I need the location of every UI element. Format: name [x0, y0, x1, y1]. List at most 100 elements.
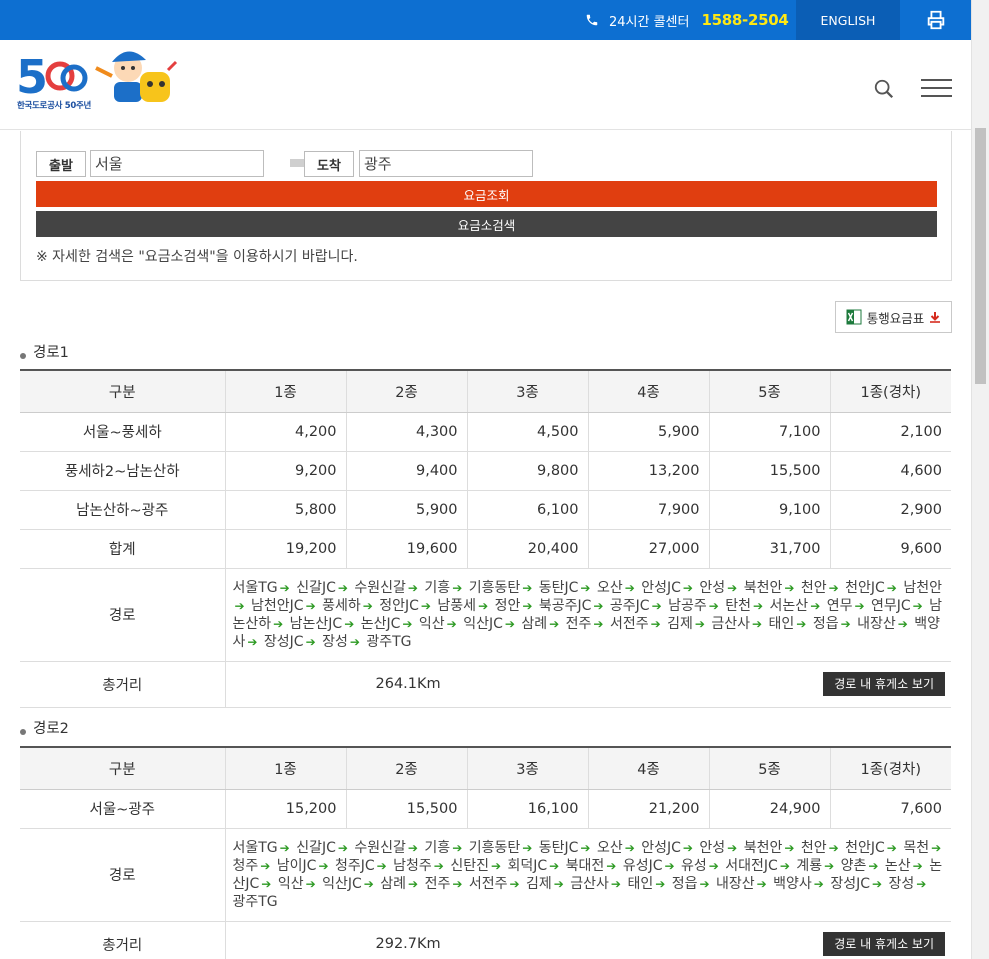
arrow-right-icon: ➔	[261, 876, 272, 891]
arrow-right-icon: ➔	[753, 598, 764, 613]
arrow-right-icon: ➔	[756, 876, 767, 891]
arrow-right-icon: ➔	[897, 616, 908, 631]
route-stop: 광주TG	[232, 893, 278, 910]
route-stop: 안성	[699, 839, 726, 856]
rest-area-button[interactable]: 경로 내 휴게소 보기	[823, 671, 945, 696]
fare-cell: 4,200	[225, 412, 347, 452]
distance-value: 292.7Km	[375, 936, 441, 952]
page-scrollbar[interactable]	[971, 0, 989, 959]
svg-text:5: 5	[16, 50, 48, 104]
depart-input[interactable]: 서울	[90, 150, 264, 177]
route-stop: 장성JC	[263, 633, 304, 650]
route-stop: 오산	[596, 839, 623, 856]
arrow-right-icon: ➔	[580, 840, 591, 855]
fare-cell: 5,800	[225, 490, 347, 530]
route-stop: 동탄JC	[538, 839, 579, 856]
route-stop: 전주	[565, 615, 592, 632]
route-stop: 북대전	[565, 857, 605, 874]
arrow-right-icon: ➔	[553, 876, 564, 891]
english-link[interactable]: ENGLISH	[796, 0, 900, 40]
arrow-right-icon: ➔	[682, 580, 693, 595]
scrollbar-thumb[interactable]	[975, 128, 986, 384]
column-header-class-3: 3종	[467, 370, 589, 413]
route-stop: 천안	[800, 579, 827, 596]
route-stop: 태인	[627, 875, 654, 892]
route-stop: 내장산	[857, 615, 896, 632]
column-header-class-1: 1종	[225, 747, 347, 790]
arrow-right-icon: ➔	[452, 840, 463, 855]
fare-cell: 4,600	[830, 451, 951, 491]
arrow-right-icon: ➔	[362, 598, 373, 613]
arrow-right-icon: ➔	[931, 840, 942, 855]
route-path-label: 경로	[20, 568, 226, 662]
arrow-right-icon: ➔	[446, 616, 457, 631]
fare-cell: 4,500	[467, 412, 589, 452]
arrow-right-icon: ➔	[234, 598, 245, 613]
route-stop: 남이JC	[276, 857, 317, 874]
arrow-right-icon: ➔	[504, 616, 515, 631]
fare-search-button[interactable]: 요금조회	[36, 181, 937, 207]
route-stop: 논산JC	[360, 615, 401, 632]
distance-row: 총거리 264.1Km 경로 내 휴게소 보기	[20, 661, 951, 708]
rest-area-button[interactable]: 경로 내 휴게소 보기	[823, 931, 945, 956]
route-2-table: 구분 1종 2종 3종 4종 5종 1종(경차) 서울~광주 15,200 15,500 16,1…	[20, 746, 951, 959]
fare-cell: 7,100	[709, 412, 831, 452]
fare-cell: 9,600	[830, 529, 951, 569]
fare-cell: 31,700	[709, 529, 831, 569]
arrow-right-icon: ➔	[854, 598, 865, 613]
arrow-right-icon: ➔	[452, 580, 463, 595]
column-header-class-5: 5종	[709, 747, 831, 790]
arrow-right-icon: ➔	[886, 840, 897, 855]
arrow-right-icon: ➔	[279, 840, 290, 855]
route-stop: 회덕JC	[507, 857, 548, 874]
arrow-right-icon: ➔	[651, 598, 662, 613]
route-stop: 남청주	[393, 857, 432, 874]
route-1-heading: 경로1	[20, 341, 69, 362]
fare-cell: 7,900	[588, 490, 710, 530]
route-stop: 서전주	[468, 875, 508, 892]
fare-cell: 15,200	[225, 789, 347, 829]
route-stop: 삼례	[380, 875, 407, 892]
hamburger-menu-icon[interactable]	[921, 79, 952, 97]
route-stop: 남논산JC	[289, 615, 343, 632]
call-center-number[interactable]: 1588-2504	[701, 11, 788, 29]
route-stop: 정안	[494, 597, 521, 614]
arrive-input[interactable]: 광주	[359, 150, 533, 177]
route-stop: 서대전JC	[725, 857, 778, 874]
arrow-right-icon: ➔	[260, 858, 271, 873]
fare-cell: 9,400	[346, 451, 468, 491]
route-stop: 장성	[322, 633, 348, 650]
search-button[interactable]	[873, 78, 895, 104]
table-header-row: 구분 1종 2종 3종 4종 5종 1종(경차)	[20, 370, 951, 413]
arrow-right-icon: ➔	[344, 616, 355, 631]
row-label: 서울~광주	[20, 789, 226, 829]
arrow-right-icon: ➔	[912, 858, 923, 873]
arrow-right-icon: ➔	[522, 598, 533, 613]
route-stop: 유성	[681, 857, 707, 874]
fare-table-download-button[interactable]: 통행요금표	[835, 301, 952, 333]
route-stop: 안성JC	[641, 839, 681, 856]
arrow-right-icon: ➔	[337, 840, 348, 855]
route-2-heading: 경로2	[20, 717, 69, 738]
arrow-right-icon: ➔	[779, 858, 790, 873]
tollgate-search-button[interactable]: 요금소검색	[36, 211, 937, 237]
fare-cell: 15,500	[346, 789, 468, 829]
table-row: 남논산하~광주 5,800 5,900 6,100 7,900 9,100 2,900	[20, 490, 951, 530]
column-header-class-3: 3종	[467, 747, 589, 790]
fare-cell: 19,200	[225, 529, 347, 569]
arrow-right-icon: ➔	[708, 858, 719, 873]
route-stop: 탄천	[725, 597, 752, 614]
route-stop: 내장산	[716, 875, 755, 892]
arrow-right-icon: ➔	[420, 598, 431, 613]
arrow-right-icon: ➔	[376, 858, 387, 873]
arrow-right-icon: ➔	[402, 616, 413, 631]
arrow-right-icon: ➔	[828, 580, 839, 595]
print-button[interactable]	[900, 0, 971, 40]
route-1-title: 경로1	[33, 345, 69, 361]
arrow-right-icon: ➔	[305, 634, 316, 649]
route-stop: 청주JC	[334, 857, 375, 874]
route-stop: 장성	[888, 875, 915, 892]
arrow-right-icon: ➔	[694, 616, 705, 631]
arrow-right-icon: ➔	[522, 580, 533, 595]
fare-cell: 9,800	[467, 451, 589, 491]
